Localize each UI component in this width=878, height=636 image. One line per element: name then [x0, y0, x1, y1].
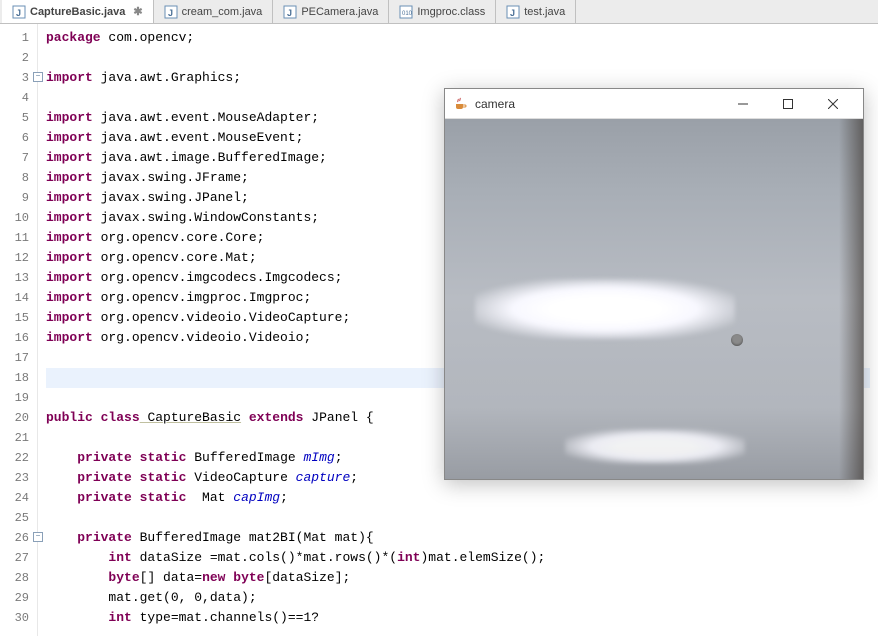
window-controls	[720, 89, 855, 119]
java-file-icon: J	[12, 5, 26, 19]
line-number: 2	[0, 48, 37, 68]
code-line[interactable]: private static Mat capImg;	[46, 488, 870, 508]
line-number: 28	[0, 568, 37, 588]
minimize-button[interactable]	[720, 89, 765, 119]
line-number: 12	[0, 248, 37, 268]
line-number: 23	[0, 468, 37, 488]
line-number: 22	[0, 448, 37, 468]
line-number: 3−	[0, 68, 37, 88]
line-number: 7	[0, 148, 37, 168]
line-number: 1	[0, 28, 37, 48]
tab-label: Imgproc.class	[417, 6, 485, 18]
line-number: 27	[0, 548, 37, 568]
code-line[interactable]: package com.opencv;	[46, 28, 870, 48]
tab-label: cream_com.java	[182, 6, 263, 18]
svg-text:J: J	[510, 8, 515, 18]
line-number-gutter: 123−456789101112131415161718192021222324…	[0, 24, 38, 636]
line-number: 18	[0, 368, 37, 388]
editor-tab-bar: JCaptureBasic.java✱Jcream_com.javaJPECam…	[0, 0, 878, 24]
code-line[interactable]: import java.awt.Graphics;	[46, 68, 870, 88]
java-file-icon: J	[506, 5, 520, 19]
code-line[interactable]: int dataSize =mat.cols()*mat.rows()*(int…	[46, 548, 870, 568]
code-line[interactable]: private BufferedImage mat2BI(Mat mat){	[46, 528, 870, 548]
code-line[interactable]: mat.get(0, 0,data);	[46, 588, 870, 608]
java-file-icon: J	[283, 5, 297, 19]
svg-text:010: 010	[402, 11, 413, 17]
tab-label: test.java	[524, 6, 565, 18]
tab-label: CaptureBasic.java	[30, 6, 125, 18]
maximize-button[interactable]	[765, 89, 810, 119]
line-number: 14	[0, 288, 37, 308]
camera-window: camera	[444, 88, 864, 480]
svg-text:J: J	[287, 8, 292, 18]
line-number: 16	[0, 328, 37, 348]
dirty-indicator-icon: ✱	[133, 5, 142, 18]
line-number: 17	[0, 348, 37, 368]
code-line[interactable]: int type=mat.channels()==1?	[46, 608, 870, 628]
java-cup-icon	[453, 96, 469, 112]
line-number: 30	[0, 608, 37, 628]
line-number: 15	[0, 308, 37, 328]
code-line[interactable]	[46, 48, 870, 68]
minimize-icon	[738, 99, 748, 109]
code-line[interactable]: byte[] data=new byte[dataSize];	[46, 568, 870, 588]
camera-window-title: camera	[475, 97, 720, 111]
line-number: 29	[0, 588, 37, 608]
line-number: 9	[0, 188, 37, 208]
line-number: 24	[0, 488, 37, 508]
line-number: 8	[0, 168, 37, 188]
line-number: 6	[0, 128, 37, 148]
maximize-icon	[783, 99, 793, 109]
java-file-icon: J	[164, 5, 178, 19]
tab-label: PECamera.java	[301, 6, 378, 18]
line-number: 25	[0, 508, 37, 528]
class-file-icon: 010	[399, 5, 413, 19]
fold-toggle-icon[interactable]: −	[33, 532, 43, 542]
tab-pecamera-java[interactable]: J PECamera.java	[273, 0, 389, 23]
line-number: 26−	[0, 528, 37, 548]
line-number: 19	[0, 388, 37, 408]
svg-text:J: J	[168, 8, 173, 18]
tab-imgproc-class[interactable]: 010 Imgproc.class	[389, 0, 496, 23]
tab-cream_com-java[interactable]: Jcream_com.java	[154, 0, 274, 23]
svg-text:J: J	[16, 8, 21, 18]
tab-capturebasic-java[interactable]: J CaptureBasic.java ✱	[2, 0, 154, 23]
camera-feed	[445, 119, 863, 479]
code-line[interactable]	[46, 508, 870, 528]
line-number: 13	[0, 268, 37, 288]
line-number: 4	[0, 88, 37, 108]
camera-titlebar[interactable]: camera	[445, 89, 863, 119]
line-number: 10	[0, 208, 37, 228]
tab-test-java[interactable]: Jtest.java	[496, 0, 576, 23]
close-button[interactable]	[810, 89, 855, 119]
line-number: 11	[0, 228, 37, 248]
line-number: 5	[0, 108, 37, 128]
fold-toggle-icon[interactable]: −	[33, 72, 43, 82]
close-icon	[828, 99, 838, 109]
line-number: 20	[0, 408, 37, 428]
line-number: 21	[0, 428, 37, 448]
